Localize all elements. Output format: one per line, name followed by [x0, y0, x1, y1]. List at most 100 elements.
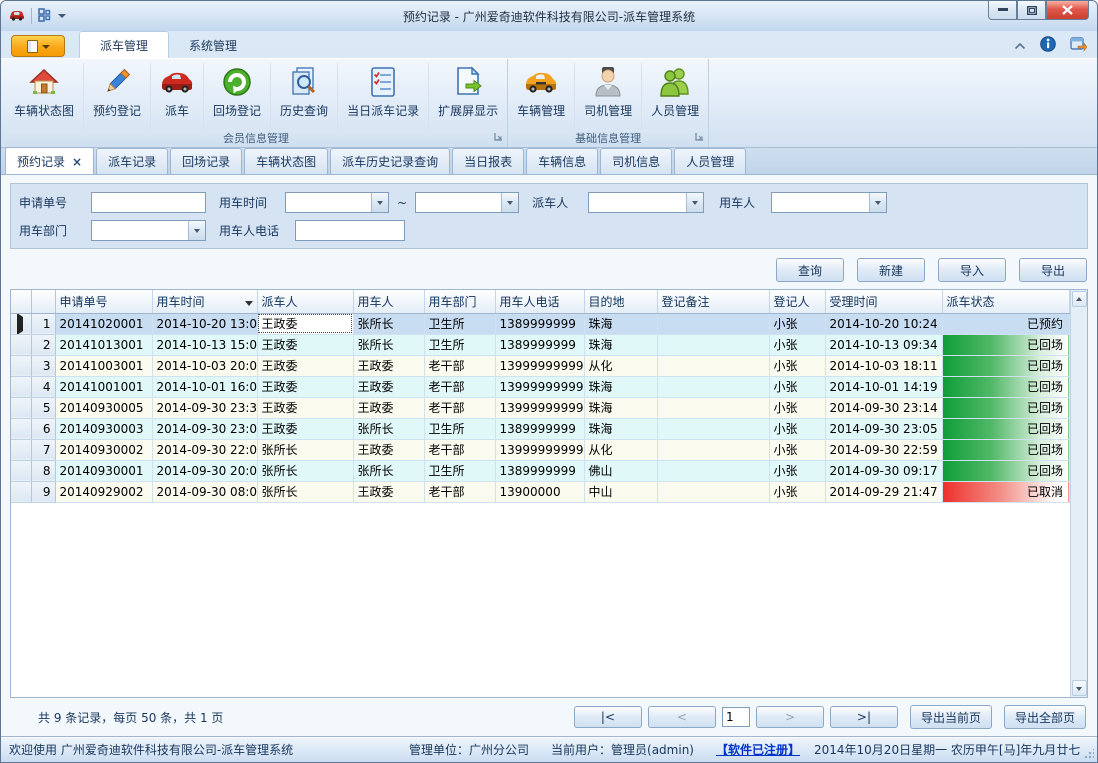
- cell-accept_time[interactable]: 2014-10-20 10:24: [825, 313, 942, 334]
- cell-registrar[interactable]: 小张: [769, 418, 825, 439]
- cell-use_time[interactable]: 2014-09-30 08:00: [152, 481, 257, 502]
- chevron-down-icon[interactable]: [686, 193, 703, 212]
- column-header[interactable]: 用车部门: [424, 290, 495, 313]
- create-button[interactable]: 新建: [857, 258, 925, 282]
- info-icon[interactable]: [1040, 36, 1056, 55]
- cell-accept_time[interactable]: 2014-10-03 18:11: [825, 355, 942, 376]
- dialog-launcher-icon[interactable]: [494, 131, 503, 144]
- grid-vertical-scrollbar[interactable]: [1070, 290, 1087, 697]
- cell-registrar[interactable]: 小张: [769, 460, 825, 481]
- cell-remark[interactable]: [657, 418, 769, 439]
- cell-registrar[interactable]: 小张: [769, 355, 825, 376]
- cell-use_time[interactable]: 2014-09-30 22:00: [152, 439, 257, 460]
- cell-dest[interactable]: 从化: [584, 355, 657, 376]
- quick-access-grid-icon[interactable]: [38, 8, 52, 25]
- cell-dispatcher[interactable]: 张所长: [257, 439, 353, 460]
- import-button[interactable]: 导入: [938, 258, 1006, 282]
- cell-user[interactable]: 王政委: [353, 376, 424, 397]
- cell-status[interactable]: 已取消: [942, 481, 1070, 502]
- cell-accept_time[interactable]: 2014-09-30 09:17: [825, 460, 942, 481]
- dialog-launcher-icon[interactable]: [695, 131, 704, 144]
- export-all-pages-button[interactable]: 导出全部页: [1004, 705, 1086, 729]
- chevron-down-icon[interactable]: [501, 193, 518, 212]
- cell-dept[interactable]: 老干部: [424, 481, 495, 502]
- title-bar[interactable]: 预约记录 - 广州爱奇迪软件科技有限公司-派车管理系统: [1, 1, 1097, 31]
- cell-dest[interactable]: 从化: [584, 439, 657, 460]
- scroll-down-icon[interactable]: [1072, 680, 1087, 696]
- chevron-down-icon[interactable]: [869, 193, 886, 212]
- cell-order_no[interactable]: 20141013001: [55, 334, 152, 355]
- minimize-button[interactable]: [988, 1, 1017, 20]
- doc-tab[interactable]: 预约记录×: [5, 147, 94, 174]
- cell-user[interactable]: 王政委: [353, 397, 424, 418]
- column-header[interactable]: 申请单号: [55, 290, 152, 313]
- cell-phone[interactable]: 13999999999: [495, 439, 584, 460]
- cell-dispatcher[interactable]: 王政委: [257, 334, 353, 355]
- use-time-to-combobox[interactable]: [415, 192, 519, 213]
- cell-accept_time[interactable]: 2014-09-29 21:47: [825, 481, 942, 502]
- cell-order_no[interactable]: 20140929002: [55, 481, 152, 502]
- doc-tab[interactable]: 人员管理: [674, 148, 746, 174]
- scroll-up-icon[interactable]: [1072, 291, 1087, 307]
- cell-dest[interactable]: 珠海: [584, 334, 657, 355]
- doc-tab[interactable]: 车辆状态图: [244, 148, 328, 174]
- cell-status[interactable]: 已回场: [942, 355, 1070, 376]
- column-header[interactable]: 用车人: [353, 290, 424, 313]
- cell-registrar[interactable]: 小张: [769, 397, 825, 418]
- cell-dest[interactable]: 中山: [584, 481, 657, 502]
- cell-order_no[interactable]: 20140930002: [55, 439, 152, 460]
- doc-tab[interactable]: 司机信息: [600, 148, 672, 174]
- cell-phone[interactable]: 13999999999: [495, 376, 584, 397]
- cell-dept[interactable]: 老干部: [424, 397, 495, 418]
- cell-phone[interactable]: 1389999999: [495, 313, 584, 334]
- cell-dest[interactable]: 珠海: [584, 313, 657, 334]
- cell-use_time[interactable]: 2014-10-01 16:00: [152, 376, 257, 397]
- cell-dispatcher[interactable]: 王政委: [257, 397, 353, 418]
- cell-dept[interactable]: 卫生所: [424, 418, 495, 439]
- maximize-button[interactable]: [1017, 1, 1046, 20]
- table-row[interactable]: 4201410010012014-10-01 16:00王政委王政委老干部139…: [11, 376, 1070, 397]
- table-row[interactable]: 6201409300032014-09-30 23:00王政委张所长卫生所138…: [11, 418, 1070, 439]
- ribbon-tab-system[interactable]: 系统管理: [169, 32, 257, 58]
- window-switch-icon[interactable]: [1070, 37, 1087, 55]
- toolbar-reservation-register[interactable]: 预约登记: [84, 63, 151, 129]
- cell-dest[interactable]: 珠海: [584, 418, 657, 439]
- toolbar-vehicle-status-map[interactable]: 车辆状态图: [5, 63, 84, 129]
- cell-remark[interactable]: [657, 397, 769, 418]
- cell-order_no[interactable]: 20140930003: [55, 418, 152, 439]
- table-row[interactable]: 3201410030012014-10-03 20:00王政委王政委老干部139…: [11, 355, 1070, 376]
- use-time-from-combobox[interactable]: [285, 192, 389, 213]
- cell-dispatcher[interactable]: 张所长: [257, 460, 353, 481]
- cell-user[interactable]: 张所长: [353, 418, 424, 439]
- query-button[interactable]: 查询: [776, 258, 844, 282]
- cell-user[interactable]: 张所长: [353, 460, 424, 481]
- chevron-down-icon[interactable]: [371, 193, 388, 212]
- doc-tab[interactable]: 当日报表: [452, 148, 524, 174]
- cell-phone[interactable]: 1389999999: [495, 418, 584, 439]
- toolbar-return-register[interactable]: 回场登记: [204, 63, 271, 129]
- cell-order_no[interactable]: 20141020001: [55, 313, 152, 334]
- column-header[interactable]: 派车状态: [942, 290, 1070, 313]
- cell-dispatcher[interactable]: 王政委: [257, 418, 353, 439]
- quick-access-dropdown-icon[interactable]: [58, 14, 66, 22]
- cell-registrar[interactable]: 小张: [769, 376, 825, 397]
- table-row[interactable]: 9201409290022014-09-30 08:00张所长王政委老干部139…: [11, 481, 1070, 502]
- cell-order_no[interactable]: 20141001001: [55, 376, 152, 397]
- column-header[interactable]: 目的地: [584, 290, 657, 313]
- cell-phone[interactable]: 1389999999: [495, 460, 584, 481]
- cell-dispatcher[interactable]: 张所长: [257, 481, 353, 502]
- cell-dest[interactable]: 珠海: [584, 376, 657, 397]
- cell-phone[interactable]: 13999999999: [495, 397, 584, 418]
- app-car-icon[interactable]: [9, 9, 25, 24]
- doc-tab[interactable]: 派车记录: [96, 148, 168, 174]
- chevron-down-icon[interactable]: [188, 221, 205, 240]
- cell-dispatcher[interactable]: 王政委: [257, 313, 353, 334]
- cell-use_time[interactable]: 2014-09-30 23:00: [152, 418, 257, 439]
- cell-dept[interactable]: 卫生所: [424, 334, 495, 355]
- table-row[interactable]: 7201409300022014-09-30 22:00张所长王政委老干部139…: [11, 439, 1070, 460]
- cell-remark[interactable]: [657, 334, 769, 355]
- last-page-button[interactable]: >|: [830, 706, 898, 728]
- cell-use_time[interactable]: 2014-09-30 23:30: [152, 397, 257, 418]
- cell-dept[interactable]: 老干部: [424, 439, 495, 460]
- resize-grip[interactable]: [1084, 749, 1094, 759]
